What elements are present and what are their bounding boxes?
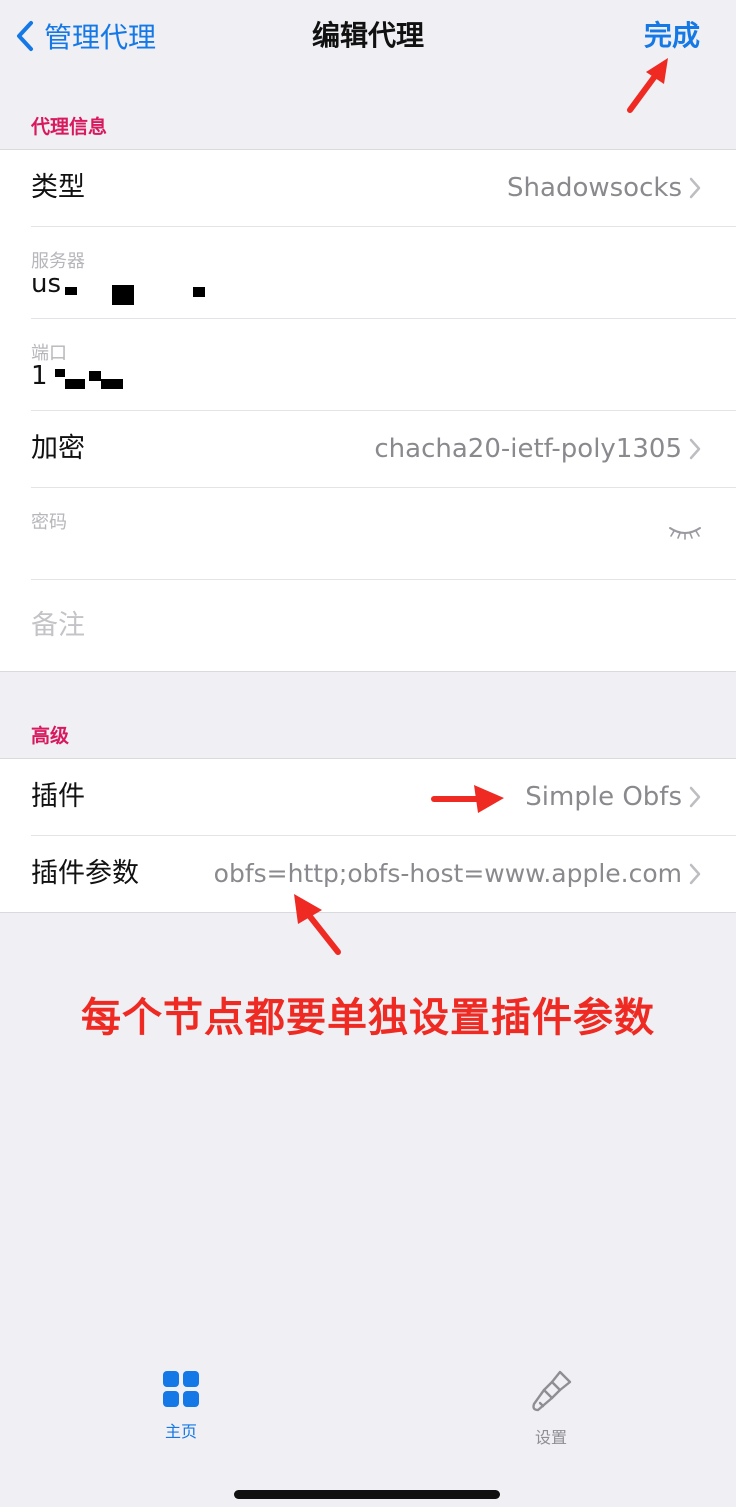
chevron-right-icon xyxy=(689,177,701,199)
plugin-params-value: obfs=http;obfs-host=www.apple.com xyxy=(213,859,682,888)
type-value: Shadowsocks xyxy=(507,173,682,203)
redaction-mark xyxy=(193,287,205,297)
home-indicator xyxy=(234,1490,500,1499)
type-label: 类型 xyxy=(31,172,85,203)
server-value[interactable]: us xyxy=(31,269,61,299)
encryption-label: 加密 xyxy=(31,433,85,464)
section-header-advanced: 高级 xyxy=(31,725,70,747)
annotation-text: 每个节点都要单独设置插件参数 xyxy=(81,995,655,1041)
redaction-mark xyxy=(55,369,65,377)
redaction-mark xyxy=(112,285,134,305)
chevron-right-icon xyxy=(689,438,701,460)
server-row[interactable]: 服务器 us xyxy=(31,227,736,319)
redaction-mark xyxy=(65,379,85,389)
tab-home[interactable]: 主页 xyxy=(121,1370,241,1442)
chevron-right-icon xyxy=(689,863,701,885)
encryption-row[interactable]: 加密 chacha20-ietf-poly1305 xyxy=(31,411,736,488)
proxy-info-group: 类型 Shadowsocks 服务器 us 端口 1 加密 chacha20-i… xyxy=(0,149,736,672)
plugin-value: Simple Obfs xyxy=(525,782,682,812)
paintbrush-icon xyxy=(532,1370,572,1412)
note-field[interactable]: 备注 xyxy=(31,580,85,672)
annotation-arrow-done xyxy=(627,58,668,113)
plugin-row[interactable]: 插件 Simple Obfs xyxy=(31,759,736,836)
section-header-proxy-info: 代理信息 xyxy=(31,116,108,138)
grid-icon xyxy=(163,1371,199,1407)
password-label: 密码 xyxy=(31,512,67,533)
tab-home-label: 主页 xyxy=(164,1422,197,1441)
tab-settings-label: 设置 xyxy=(534,1428,567,1447)
eye-closed-icon[interactable] xyxy=(668,526,702,540)
plugin-label: 插件 xyxy=(31,781,85,812)
encryption-value: chacha20-ietf-poly1305 xyxy=(374,434,682,464)
redaction-mark xyxy=(89,371,101,381)
type-row[interactable]: 类型 Shadowsocks xyxy=(31,150,736,227)
tab-settings[interactable]: 设置 xyxy=(491,1370,611,1448)
note-row[interactable]: 备注 xyxy=(31,580,736,671)
annotation-arrow-plugin xyxy=(431,785,504,813)
annotation-arrow-plugin-params xyxy=(294,894,341,955)
port-row[interactable]: 端口 1 xyxy=(31,319,736,411)
plugin-params-row[interactable]: 插件参数 obfs=http;obfs-host=www.apple.com xyxy=(31,836,736,912)
advanced-group: 插件 Simple Obfs 插件参数 obfs=http;obfs-host=… xyxy=(0,758,736,913)
tab-bar: 主页 设置 xyxy=(0,1370,736,1470)
port-value[interactable]: 1 xyxy=(31,361,48,391)
chevron-right-icon xyxy=(689,786,701,808)
redaction-mark xyxy=(101,379,123,389)
plugin-params-label: 插件参数 xyxy=(31,858,139,889)
redaction-mark xyxy=(65,287,77,295)
password-row[interactable]: 密码 xyxy=(31,488,736,580)
